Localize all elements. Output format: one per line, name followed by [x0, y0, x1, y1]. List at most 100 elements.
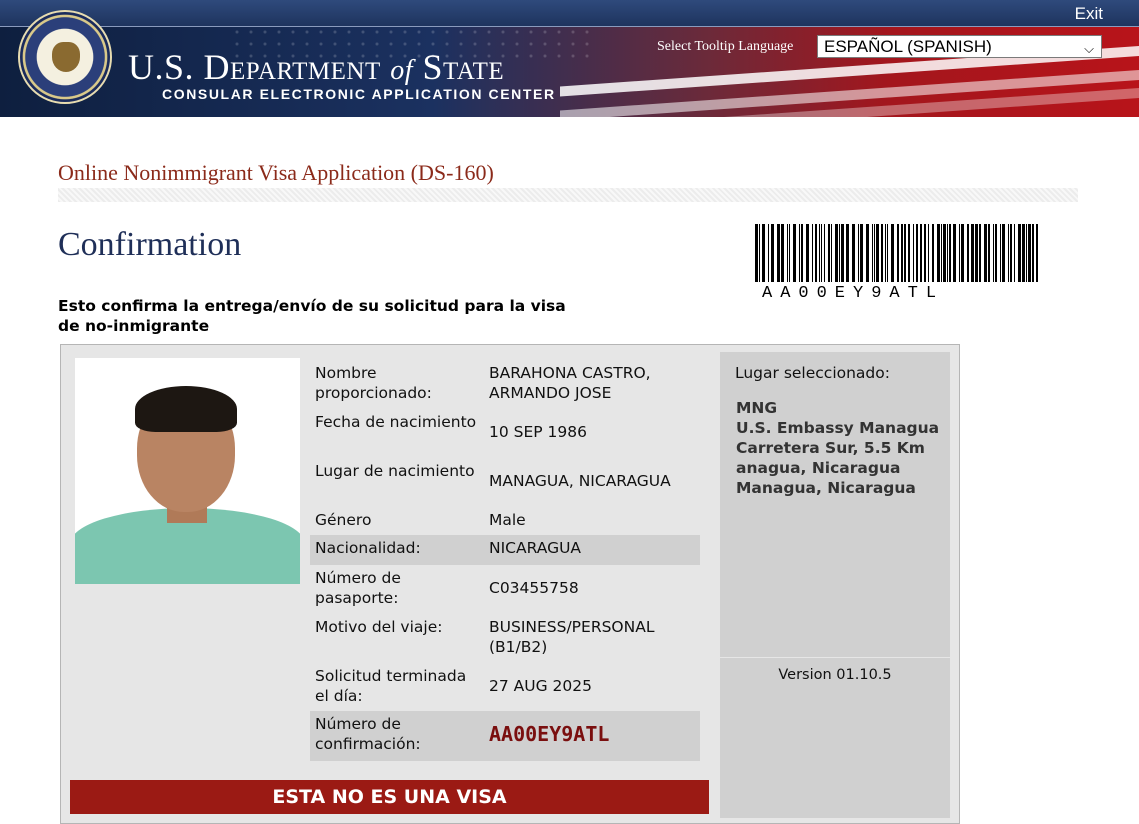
barcode-image: [755, 224, 1038, 282]
barcode-bar: [781, 224, 784, 282]
barcode-bar: [1026, 224, 1027, 282]
barcode-bar: [885, 224, 886, 282]
tooltip-language-label: Select Tooltip Language: [657, 39, 794, 54]
barcode-bar: [839, 224, 840, 282]
barcode-bar: [777, 224, 780, 282]
barcode-bar: [961, 224, 964, 282]
not-a-visa-banner: ESTA NO ES UNA VISA: [70, 780, 709, 814]
info-value: Male: [489, 511, 526, 529]
barcode-bar: [993, 224, 994, 282]
info-row: Nombre proporcionado: BARAHONA CASTRO, AR…: [310, 362, 700, 408]
barcode-bar: [812, 224, 813, 282]
barcode-bar: [824, 224, 825, 282]
confirmation-subtitle: Esto confirma la entrega/envío de su sol…: [58, 297, 566, 335]
barcode-bar: [874, 224, 875, 282]
barcode-bar: [787, 224, 788, 282]
info-label: Nacionalidad:: [315, 539, 421, 557]
barcode-bar: [949, 224, 951, 282]
barcode-bar: [1002, 224, 1005, 282]
barcode-bar: [947, 224, 948, 282]
barcode-bar: [881, 224, 883, 282]
barcode-bar: [967, 224, 969, 282]
info-row: Número de confirmación: AA00EY9ATL: [310, 711, 700, 761]
barcode-bar: [901, 224, 903, 282]
barcode-bar: [819, 224, 820, 282]
info-row: Lugar de nacimiento MANAGUA, NICARAGUA: [310, 460, 700, 506]
title-divider: [58, 188, 1078, 202]
tooltip-language-select[interactable]: ESPAÑOL (SPANISH) ⌵: [817, 35, 1102, 58]
info-row: Fecha de nacimiento 10 SEP 1986: [310, 411, 700, 457]
chevron-down-icon: ⌵: [1084, 41, 1094, 56]
info-label: Motivo del viaje:: [315, 618, 443, 636]
department-seal-icon: [18, 10, 112, 104]
barcode-bar: [799, 224, 800, 282]
info-value: C03455758: [489, 579, 579, 597]
barcode-bar: [821, 224, 822, 282]
barcode-bar: [1036, 224, 1038, 282]
barcode-bar: [913, 224, 914, 282]
info-row: Nacionalidad: NICARAGUA: [310, 535, 700, 565]
barcode-bar: [815, 224, 817, 282]
info-row: Solicitud terminada el día: 27 AUG 2025: [310, 665, 700, 711]
barcode-bar: [768, 224, 769, 282]
barcode-bar: [916, 224, 918, 282]
barcode-bar: [897, 224, 899, 282]
barcode-bar: [835, 224, 838, 282]
info-label: Género: [315, 511, 372, 529]
barcode-bar: [872, 224, 873, 282]
location-line: MNG: [736, 399, 778, 417]
barcode-bar: [801, 224, 803, 282]
barcode-bar: [755, 224, 758, 282]
barcode-bar: [1022, 224, 1025, 282]
barcode-bar: [937, 224, 940, 282]
barcode-bar: [943, 224, 946, 282]
info-value: 27 AUG 2025: [489, 677, 592, 695]
version-text: Version 01.10.5: [778, 667, 892, 683]
barcode-bar: [806, 224, 809, 282]
exit-link[interactable]: Exit: [1075, 4, 1103, 24]
eagle-icon: [52, 42, 80, 72]
barcode-bar: [995, 224, 997, 282]
barcode-bar: [971, 224, 974, 282]
location-line: U.S. Embassy Managua: [736, 419, 940, 437]
department-name: U.S. Department of State: [128, 46, 504, 88]
info-value: MANAGUA, NICARAGUA: [489, 472, 671, 490]
barcode-bar: [932, 224, 934, 282]
barcode-bar: [1010, 224, 1012, 282]
barcode-bar: [1014, 224, 1015, 282]
barcode-bar: [904, 224, 906, 282]
dept-name-part1: U.S. Department: [128, 47, 381, 87]
applicant-photo: [75, 358, 300, 584]
barcode-bar: [831, 224, 832, 282]
barcode-bar: [759, 224, 760, 282]
barcode-bar: [887, 224, 888, 282]
barcode-bar: [1028, 224, 1031, 282]
info-row: Motivo del viaje: BUSINESS/PERSONAL (B1/B…: [310, 616, 700, 662]
barcode-bar: [771, 224, 774, 282]
location-address: MNG U.S. Embassy Managua Carretera Sur, 5.…: [736, 398, 951, 498]
barcode-bar: [891, 224, 894, 282]
barcode-bar: [1000, 224, 1001, 282]
barcode-bar: [841, 224, 844, 282]
barcode-bar: [988, 224, 990, 282]
barcode-bar: [793, 224, 796, 282]
barcode-bar: [953, 224, 956, 282]
barcode-bar: [828, 224, 830, 282]
barcode-bar: [858, 224, 859, 282]
info-row: Número de pasaporte: C03455758: [310, 567, 700, 613]
barcode-bar: [979, 224, 981, 282]
barcode-bar: [860, 224, 863, 282]
barcode-bar: [928, 224, 929, 282]
site-header: U.S. Department of State CONSULAR ELECTR…: [0, 0, 1139, 117]
barcode-bar: [846, 224, 849, 282]
barcode-bar: [1032, 224, 1034, 282]
info-row: Género Male: [310, 509, 700, 535]
application-title: Online Nonimmigrant Visa Application (DS…: [58, 160, 494, 185]
info-label: Nombre proporcionado:: [315, 364, 432, 402]
barcode-bar: [920, 224, 922, 282]
info-label: Número de confirmación:: [315, 715, 421, 753]
barcode-bar: [876, 224, 879, 282]
barcode-bar: [1008, 224, 1009, 282]
barcode-bar: [924, 224, 926, 282]
location-line: Carretera Sur, 5.5 Km: [736, 439, 925, 457]
